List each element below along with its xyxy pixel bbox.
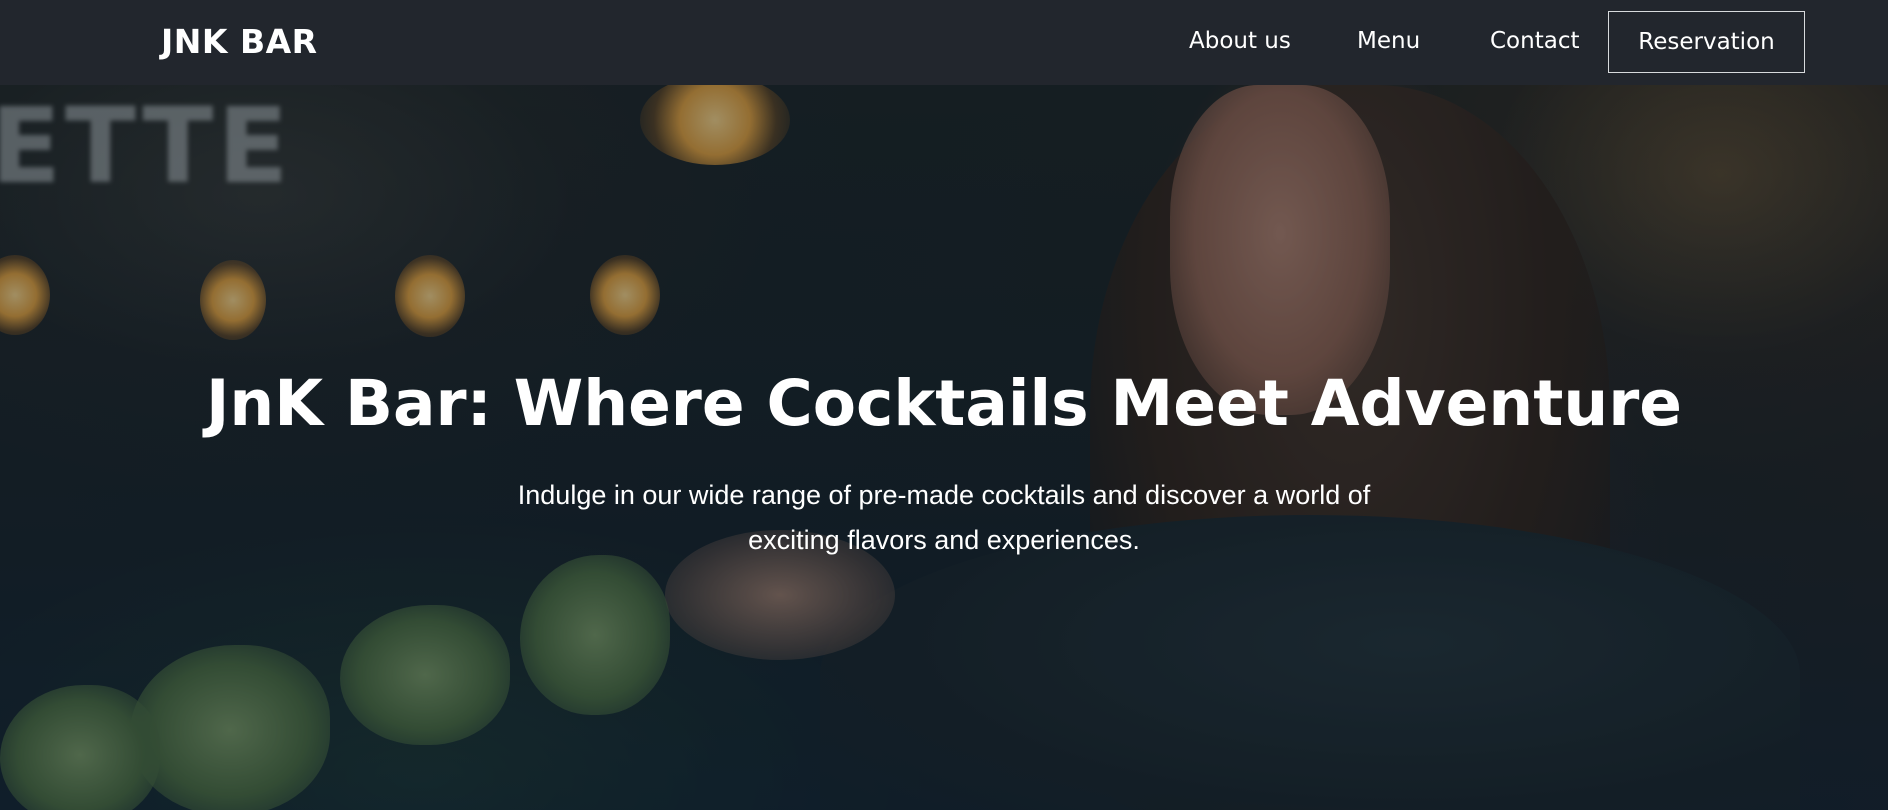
brand-logo[interactable]: JNK BAR (161, 22, 318, 61)
hero-subtitle: Indulge in our wide range of pre-made co… (517, 480, 1371, 555)
hero-content: JnK Bar: Where Cocktails Meet Adventure … (0, 85, 1888, 810)
nav-link-menu[interactable]: Menu (1357, 28, 1420, 54)
navbar: JNK BAR About us Menu Contact Reservatio… (0, 0, 1888, 85)
reservation-button[interactable]: Reservation (1608, 11, 1805, 73)
hero-section: ETTE JnK Bar: Where Cocktails Meet Adven… (0, 85, 1888, 810)
nav-link-about-us[interactable]: About us (1189, 28, 1291, 54)
hero-title: JnK Bar: Where Cocktails Meet Adventure (205, 367, 1683, 440)
nav-link-contact[interactable]: Contact (1490, 28, 1579, 54)
